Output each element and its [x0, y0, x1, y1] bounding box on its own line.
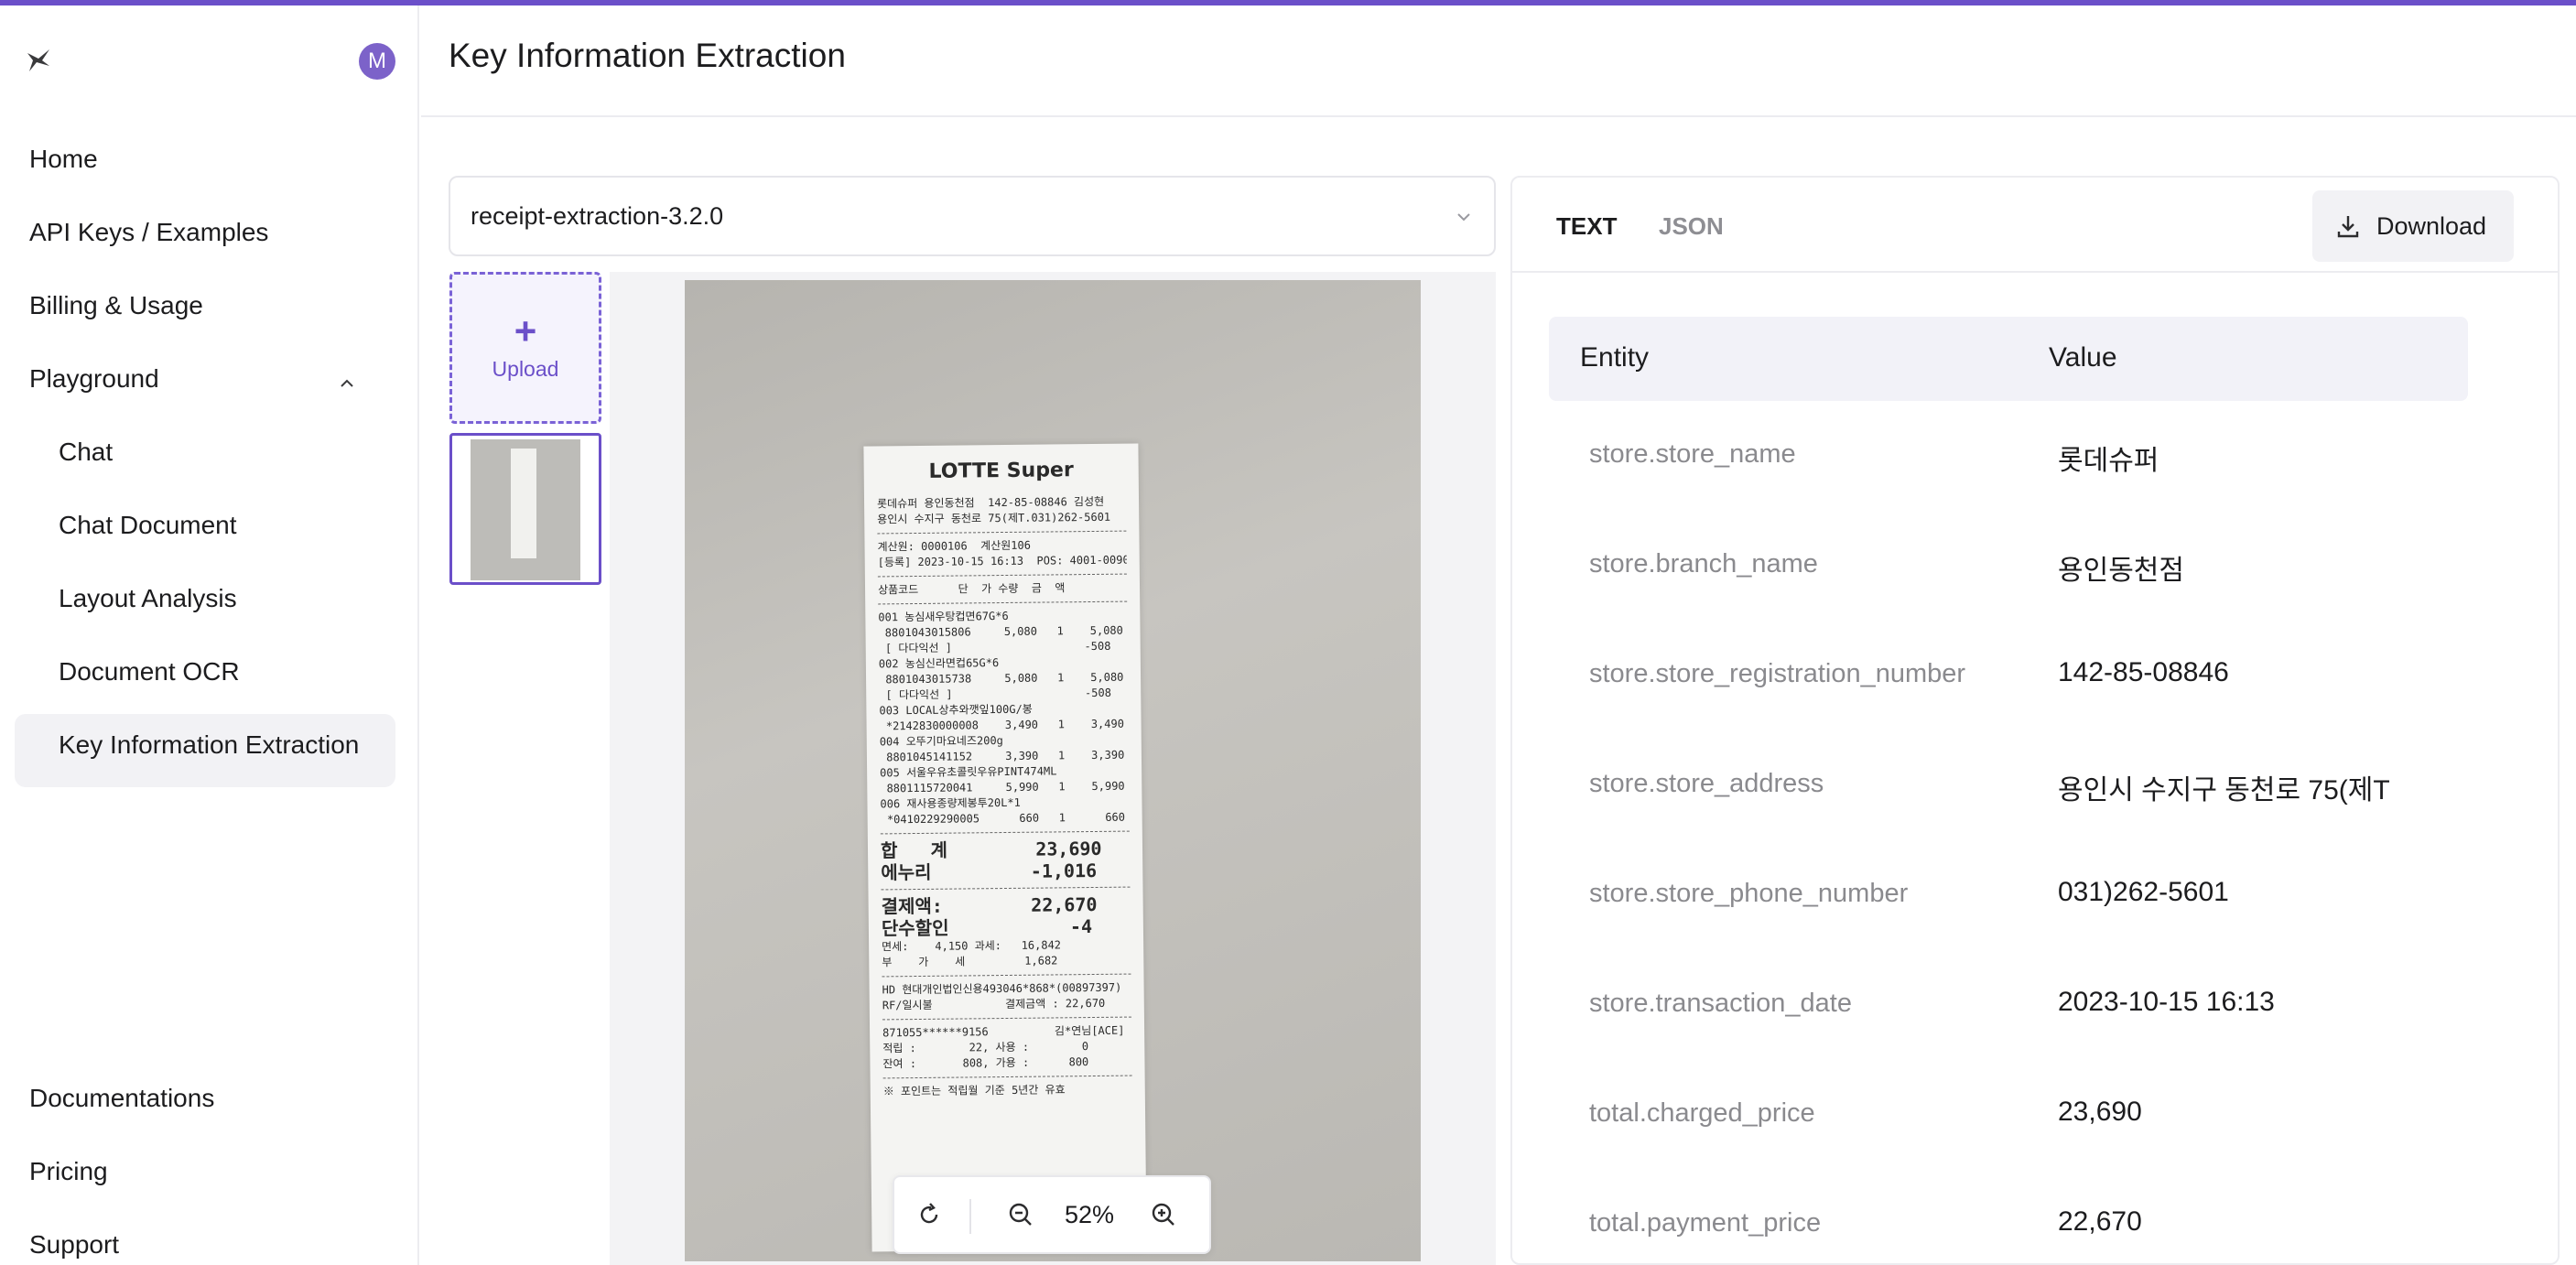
- toolbar-divider: [969, 1199, 971, 1234]
- results-tabs: TEXT JSON Download: [1512, 178, 2558, 273]
- sidebar-item-pricing[interactable]: Pricing: [29, 1150, 108, 1194]
- receipt-separator: [882, 1075, 1132, 1079]
- value-cell: 용인시 수지구 동천로 75(제T: [2058, 775, 2390, 805]
- download-icon: [2337, 216, 2359, 238]
- entity-cell: total.payment_price: [1589, 1208, 1822, 1238]
- receipt-line: 871055******9156 김*연님[ACE]: [882, 1023, 1125, 1040]
- sidebar-item-key-information-extraction[interactable]: Key Information Extraction: [59, 723, 359, 767]
- receipt-separator: [877, 573, 1127, 578]
- receipt-paper: LOTTE Super 롯데슈퍼 용인동천점 142-85-08846 김성현 …: [863, 443, 1147, 1252]
- zoom-level: 52%: [1065, 1201, 1115, 1228]
- sidebar: M Home API Keys / Examples Billing & Usa…: [0, 5, 419, 1265]
- table-row: store.store_registration_number 142-85-0…: [1549, 622, 2468, 732]
- receipt-separator: [882, 973, 1131, 978]
- receipt-line: 8801045141152 3,390 1 3,390: [879, 748, 1125, 764]
- sidebar-item-chat[interactable]: Chat: [59, 430, 113, 474]
- sidebar-item-chat-document[interactable]: Chat Document: [59, 503, 237, 547]
- receipt-line: [ 다다익선 ] -508: [878, 639, 1111, 655]
- entity-cell: store.store_address: [1589, 769, 1824, 798]
- table-row: total.payment_price 22,670: [1549, 1172, 2468, 1263]
- zoom-out-icon[interactable]: [1004, 1198, 1037, 1231]
- column-header-value: Value: [2049, 342, 2117, 373]
- value-cell: 142-85-08846: [2058, 657, 2229, 687]
- receipt-photo: LOTTE Super 롯데슈퍼 용인동천점 142-85-08846 김성현 …: [685, 280, 1421, 1261]
- value-cell: 22,670: [2058, 1206, 2142, 1237]
- entity-cell: store.store_phone_number: [1589, 879, 1909, 908]
- tab-text[interactable]: TEXT: [1556, 212, 1617, 241]
- receipt-line: *0410229290005 660 1 660: [880, 810, 1126, 827]
- receipt-line: 8801115720041 5,990 1 5,990: [880, 779, 1125, 795]
- receipt-payment-line: 결제액: 22,670: [881, 892, 1098, 918]
- table-row: store.store_phone_number 031)262-5601: [1549, 842, 2468, 952]
- sidebar-item-layout-analysis[interactable]: Layout Analysis: [59, 577, 237, 621]
- table-header: Entity Value: [1549, 317, 2468, 401]
- table-row: store.store_name 롯데슈퍼: [1549, 403, 2468, 513]
- header-divider: [421, 115, 2576, 117]
- download-label: Download: [2376, 211, 2487, 240]
- thumbnail-receipt: [511, 449, 536, 558]
- entity-cell: store.store_name: [1589, 439, 1796, 469]
- value-cell: 23,690: [2058, 1097, 2142, 1127]
- upload-button[interactable]: + Upload: [449, 272, 601, 424]
- receipt-separator: [881, 886, 1131, 891]
- receipt-line: 상품코드 단 가 수량 금 액: [877, 581, 1066, 597]
- receipt-total-line: 에누리 -1,016: [881, 859, 1098, 884]
- receipt-line: 용인시 수지구 동천로 75(제T.031)262-5601: [877, 510, 1111, 526]
- model-select[interactable]: receipt-extraction-3.2.0: [449, 176, 1496, 256]
- sidebar-item-billing[interactable]: Billing & Usage: [29, 284, 203, 328]
- column-header-entity: Entity: [1580, 342, 1650, 373]
- chevron-up-icon[interactable]: [335, 372, 359, 395]
- value-cell: 2023-10-15 16:13: [2058, 987, 2275, 1017]
- receipt-line: RF/일시불 결제금액 : 22,670: [882, 996, 1106, 1012]
- document-thumbnail[interactable]: [449, 433, 601, 585]
- table-row: store.transaction_date 2023-10-15 16:13: [1549, 952, 2468, 1062]
- avatar[interactable]: M: [359, 43, 395, 80]
- sidebar-item-documentations[interactable]: Documentations: [29, 1076, 214, 1120]
- zoom-in-icon[interactable]: [1147, 1198, 1180, 1231]
- receipt-total-line: 합 계 23,690: [880, 837, 1102, 862]
- receipt-separator: [882, 1016, 1131, 1021]
- rotate-icon[interactable]: [913, 1198, 946, 1231]
- value-cell: 용인동천점: [2058, 556, 2184, 586]
- thumbnail-image: [471, 439, 580, 580]
- sidebar-item-home[interactable]: Home: [29, 137, 98, 181]
- receipt-line: 잔여 : 808, 가용 : 800: [882, 1055, 1089, 1071]
- entity-cell: total.charged_price: [1589, 1098, 1815, 1128]
- tab-json[interactable]: JSON: [1659, 212, 1724, 241]
- plus-icon: +: [514, 308, 537, 352]
- entity-cell: store.store_registration_number: [1589, 659, 1966, 688]
- sidebar-item-support[interactable]: Support: [29, 1223, 119, 1265]
- receipt-line: 부 가 세 1,682: [882, 954, 1058, 969]
- value-cell: 031)262-5601: [2058, 877, 2229, 907]
- receipt-line: *2142830000008 3,490 1 3,490: [879, 717, 1124, 733]
- receipt-line: ※ 포인트는 적립월 기준 5년간 유효: [882, 1083, 1066, 1098]
- zoom-toolbar: 52%: [893, 1175, 1211, 1254]
- app-logo-icon[interactable]: [24, 46, 53, 75]
- entity-cell: store.branch_name: [1589, 549, 1818, 578]
- receipt-brand: LOTTE Super: [928, 459, 1074, 483]
- receipt-line: [등록] 2023-10-15 16:13 POS: 4001-0090: [877, 553, 1127, 569]
- receipt-payment-line: 단수할인 -4: [881, 915, 1093, 940]
- results-panel: TEXT JSON Download Entity Value store.st…: [1510, 176, 2560, 1265]
- receipt-line: [ 다다익선 ] -508: [879, 686, 1111, 702]
- value-cell: 롯데슈퍼: [2058, 446, 2159, 476]
- table-row: store.branch_name 용인동천점: [1549, 513, 2468, 622]
- upload-label: Upload: [492, 356, 559, 381]
- chevron-down-icon: [1452, 205, 1476, 229]
- results-table-body[interactable]: store.store_name 롯데슈퍼 store.branch_name …: [1512, 403, 2558, 1263]
- download-button[interactable]: Download: [2312, 190, 2514, 262]
- sidebar-item-api-keys[interactable]: API Keys / Examples: [29, 211, 268, 254]
- table-row: store.store_address 용인시 수지구 동천로 75(제T: [1549, 732, 2468, 842]
- table-row: total.charged_price 23,690: [1549, 1062, 2468, 1172]
- sidebar-item-playground[interactable]: Playground: [29, 357, 159, 401]
- sidebar-item-document-ocr[interactable]: Document OCR: [59, 650, 240, 694]
- receipt-separator: [880, 830, 1130, 835]
- model-select-value: receipt-extraction-3.2.0: [471, 201, 724, 230]
- receipt-separator: [878, 600, 1128, 605]
- page-title: Key Information Extraction: [449, 37, 846, 74]
- receipt-separator: [877, 530, 1127, 535]
- entity-cell: store.transaction_date: [1589, 989, 1852, 1018]
